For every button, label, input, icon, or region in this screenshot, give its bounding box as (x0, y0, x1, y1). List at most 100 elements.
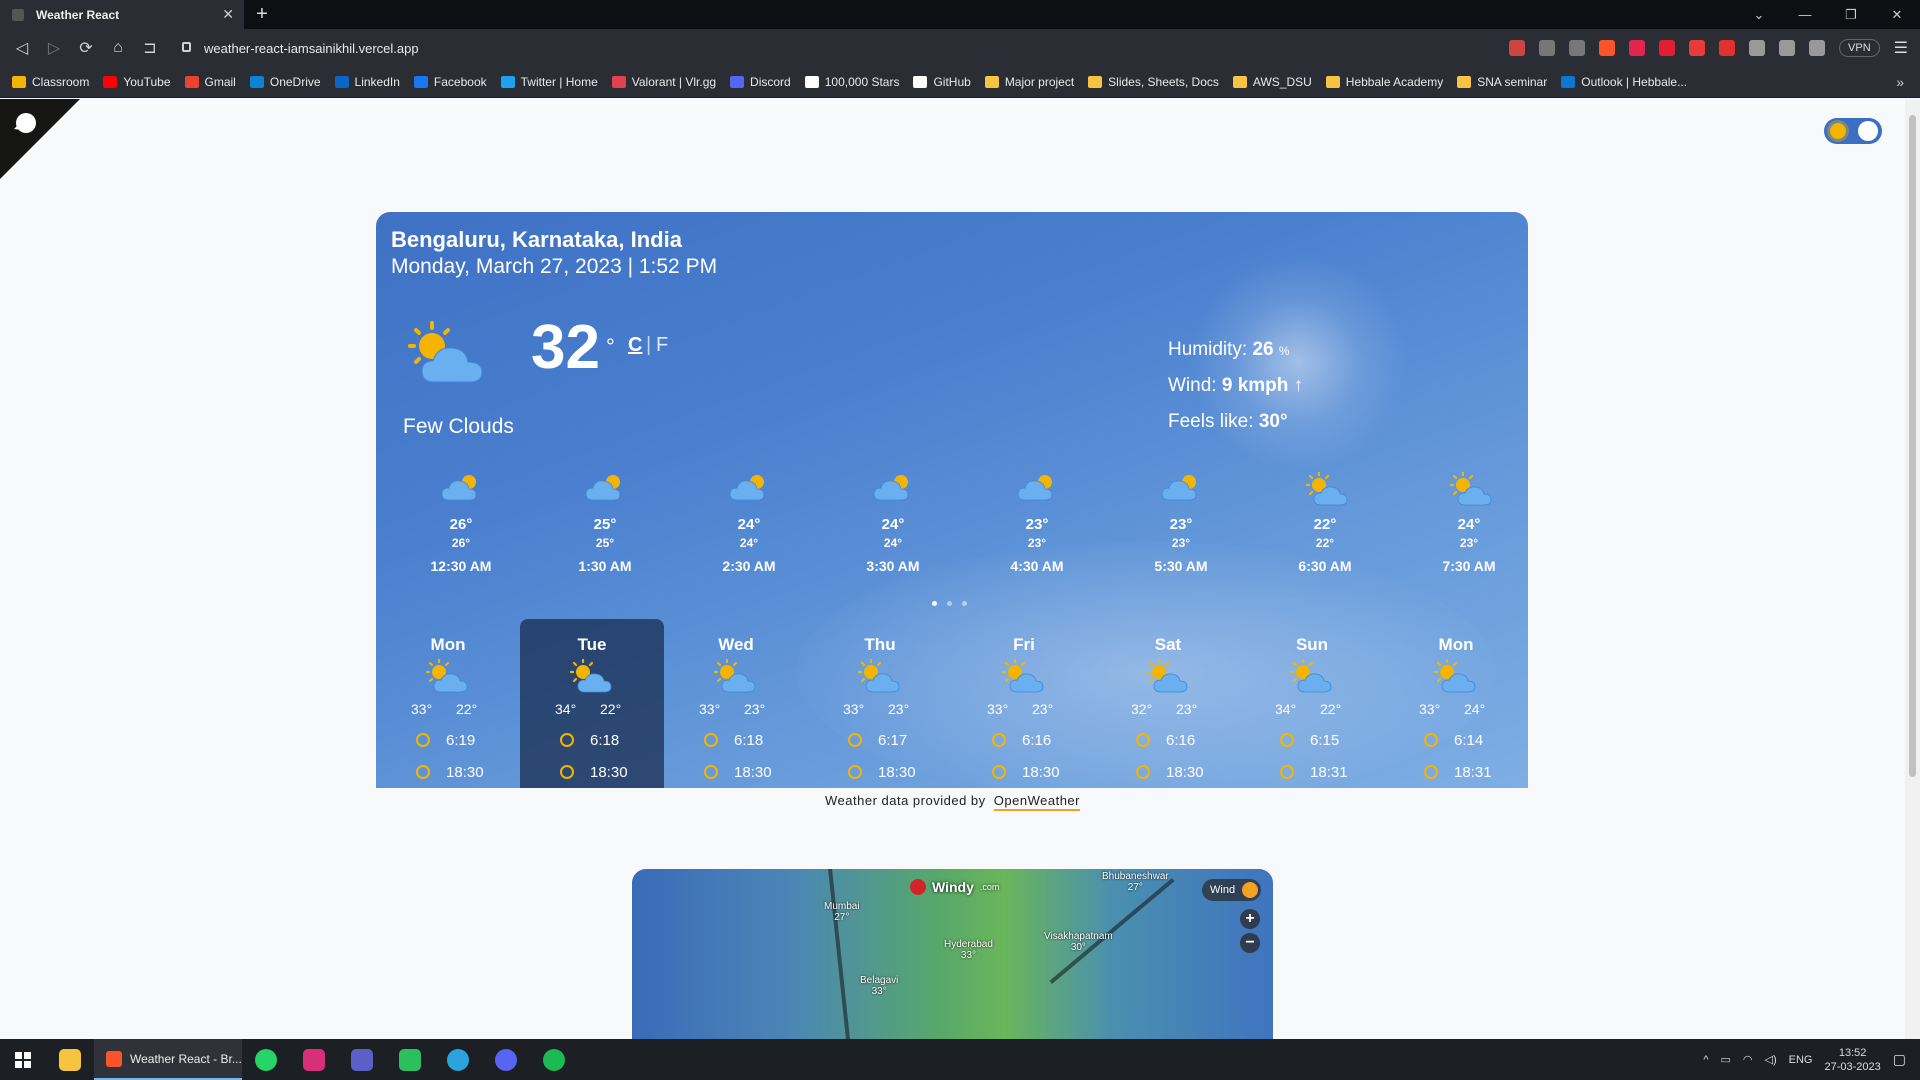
windy-logo[interactable]: Windy .com (910, 879, 999, 895)
daily-forecast-item[interactable]: Tue 34° 22° 6:18 18:30 (520, 619, 664, 788)
forward-icon[interactable]: ▷ (38, 38, 70, 58)
brave-shield-icon[interactable] (1599, 40, 1616, 56)
instagram-icon[interactable] (290, 1039, 338, 1080)
zoom-in-button[interactable]: + (1240, 909, 1260, 929)
bookmark-item[interactable]: YouTube (103, 75, 171, 89)
volume-icon[interactable]: ◁) (1765, 1053, 1777, 1066)
restore-icon[interactable]: ❐ (1828, 0, 1874, 29)
windy-map[interactable]: Windy .com Wind + − Mumbai 27° Hyderabad 33… (632, 869, 1273, 1039)
telegram-icon[interactable] (434, 1039, 482, 1080)
sunset-row: 18:30 (560, 764, 640, 781)
bookmark-item[interactable]: Gmail (184, 75, 236, 89)
daily-forecast-item[interactable]: Wed 33° 23° 6:18 18:30 (664, 619, 808, 788)
wind-row: Wind: 9 kmph ↑ (1168, 375, 1303, 411)
day-name: Thu (864, 635, 896, 654)
daily-forecast-item[interactable]: Fri 33° 23° 6:16 18:30 (952, 619, 1096, 788)
moon-cloud-icon (439, 472, 483, 504)
battery-icon[interactable]: ▭ (1721, 1053, 1731, 1066)
daily-forecast-item[interactable]: Mon 33° 24° 6:14 18:31 (1384, 619, 1528, 788)
bookmark-item[interactable]: LinkedIn (334, 75, 400, 89)
reload-icon[interactable]: ⟳ (70, 38, 102, 58)
puzzle-icon[interactable] (1749, 40, 1766, 56)
new-tab-button[interactable]: + (244, 0, 280, 29)
notifications-icon[interactable]: ▢ (1893, 1051, 1906, 1068)
wind-layer-button[interactable]: Wind (1202, 879, 1262, 901)
bookmark-item[interactable]: Facebook (413, 75, 487, 89)
url-field[interactable]: weather-react-iamsainikhil.vercel.app (172, 36, 1432, 60)
fahrenheit-toggle[interactable]: F (656, 334, 668, 357)
minimize-icon[interactable]: — (1782, 0, 1828, 29)
taskbar-browser-app[interactable]: Weather React - Br... (94, 1039, 242, 1080)
moon-cloud-icon (727, 472, 771, 504)
celsius-toggle[interactable]: C (628, 334, 642, 357)
scrollbar-thumb[interactable] (1909, 115, 1916, 777)
browser-tab[interactable]: Weather React ✕ (0, 0, 244, 29)
theme-toggle[interactable] (1824, 118, 1882, 144)
daily-forecast-item[interactable]: Sat 32° 23° 6:16 18:30 (1096, 619, 1240, 788)
wallet-icon[interactable] (1809, 40, 1826, 56)
hourly-time: 12:30 AM (430, 558, 492, 574)
evernote-icon[interactable] (386, 1039, 434, 1080)
zoom-out-button[interactable]: − (1240, 933, 1260, 953)
page-scrollbar[interactable] (1905, 99, 1920, 1039)
bookmark-label: Valorant | Vlr.gg (631, 75, 717, 89)
daily-forecast-item[interactable]: Sun 34° 22° 6:15 18:31 (1240, 619, 1384, 788)
home-icon[interactable]: ⌂ (102, 39, 134, 57)
extension-icon[interactable] (1659, 40, 1676, 56)
start-button[interactable] (0, 1051, 46, 1068)
bookmark-item[interactable]: Slides, Sheets, Docs (1088, 75, 1219, 89)
extension-icon[interactable] (1719, 40, 1736, 56)
share-icon[interactable] (1569, 40, 1586, 56)
spotify-icon[interactable] (530, 1039, 578, 1080)
day-name: Sun (1295, 635, 1329, 654)
sunset-row: 18:31 (1424, 764, 1504, 781)
vpn-button[interactable]: VPN (1839, 39, 1880, 57)
language-indicator[interactable]: ENG (1789, 1054, 1813, 1066)
clock[interactable]: 13:52 27-03-2023 (1824, 1046, 1880, 1074)
extension-icon[interactable] (1509, 40, 1526, 56)
bookmark-item[interactable]: Major project (984, 75, 1074, 89)
sunrise-icon (704, 733, 718, 747)
bookmark-item[interactable]: GitHub (913, 75, 971, 89)
tray-expand-icon[interactable]: ^ (1703, 1054, 1708, 1066)
daily-forecast-item[interactable]: Thu 33° 23° 6:17 18:30 (808, 619, 952, 788)
wind-layer-icon (1242, 882, 1259, 898)
discord-icon[interactable] (482, 1039, 530, 1080)
carousel-dot[interactable] (962, 601, 967, 606)
bookmark-item[interactable]: Twitter | Home (500, 75, 598, 89)
file-explorer-icon[interactable] (46, 1039, 94, 1080)
menu-icon[interactable]: ☰ (1894, 38, 1908, 58)
brave-rewards-icon[interactable] (1629, 40, 1646, 56)
bookmark-item[interactable]: AWS_DSU (1232, 75, 1312, 89)
sidebar-icon[interactable] (1779, 40, 1796, 56)
tab-search-icon[interactable]: ⌄ (1736, 0, 1782, 29)
daily-forecast-item[interactable]: Mon 33° 22° 6:19 18:30 (376, 619, 520, 788)
bookmark-item[interactable]: Discord (730, 75, 791, 89)
bookmark-item[interactable]: OneDrive (249, 75, 321, 89)
sunrise-time: 6:18 (590, 732, 620, 749)
bookmark-item[interactable]: Valorant | Vlr.gg (611, 75, 717, 89)
extension-icon[interactable] (1689, 40, 1706, 56)
openweather-link[interactable]: OpenWeather (993, 793, 1080, 811)
bookmark-page-icon[interactable]: ⊐ (134, 38, 166, 58)
close-window-icon[interactable]: ✕ (1874, 0, 1920, 29)
back-icon[interactable]: ◁ (6, 38, 38, 58)
bookmark-item[interactable]: Classroom (12, 75, 89, 89)
more-bookmarks-icon[interactable]: » (1896, 74, 1904, 90)
github-corner-icon[interactable] (0, 99, 80, 179)
whatsapp-icon[interactable] (242, 1039, 290, 1080)
carousel-dot[interactable] (947, 601, 952, 606)
bookmark-item[interactable]: Outlook | Hebbale... (1561, 75, 1687, 89)
bookmark-item[interactable]: Hebbale Academy (1325, 75, 1443, 89)
wifi-icon[interactable]: ◠ (1743, 1053, 1753, 1066)
close-tab-icon[interactable]: ✕ (222, 6, 234, 23)
carousel-dot[interactable] (932, 601, 937, 606)
bookmark-icon (1088, 76, 1103, 88)
hourly-feels-like: 26° (451, 536, 471, 550)
bookmark-item[interactable]: SNA seminar (1457, 75, 1547, 89)
teams-icon[interactable] (338, 1039, 386, 1080)
sunset-row: 18:30 (848, 764, 928, 781)
download-icon[interactable] (1539, 40, 1556, 56)
bookmark-item[interactable]: 100,000 Stars (804, 75, 899, 89)
address-bar-row: ◁ ▷ ⟳ ⌂ ⊐ weather-react-iamsainikhil.ver… (0, 29, 1920, 67)
